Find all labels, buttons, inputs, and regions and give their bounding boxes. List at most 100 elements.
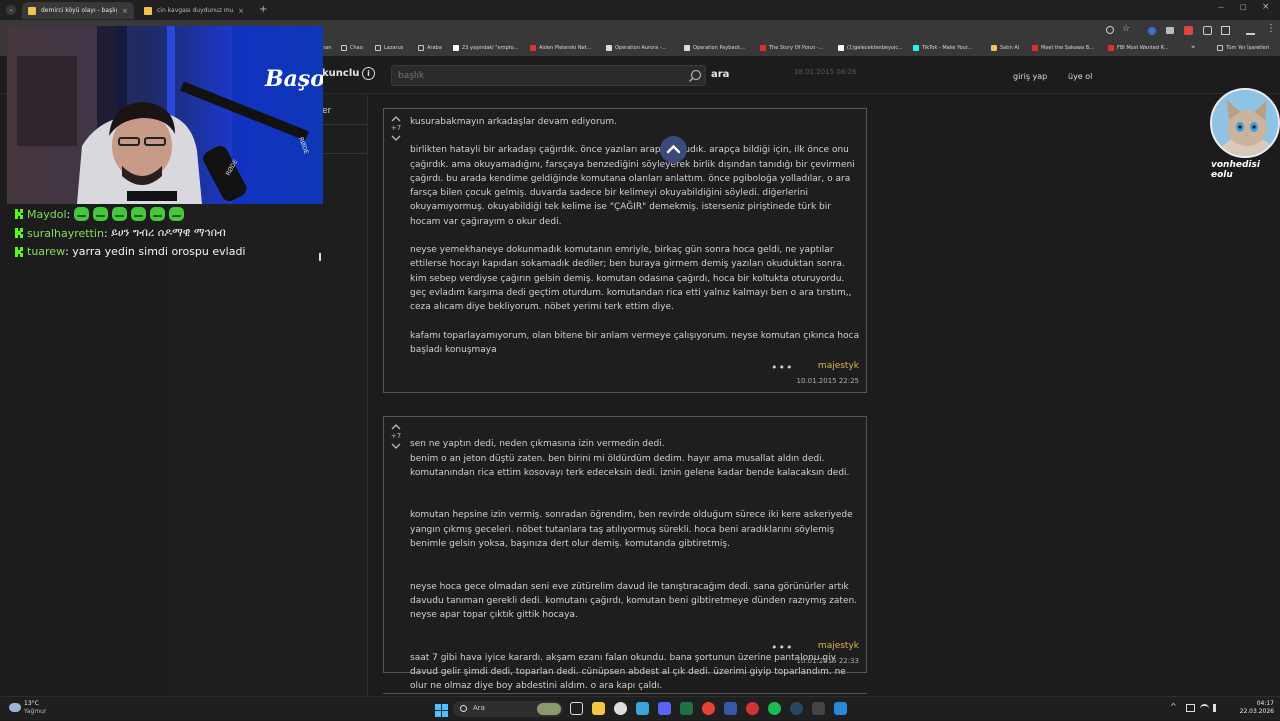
app-icon[interactable] <box>680 702 693 715</box>
weather-desc[interactable]: Yağmur <box>24 708 46 715</box>
bookmark-item[interactable]: 23 yaşındaki "empto... <box>453 45 518 51</box>
youtube-icon <box>1108 45 1114 51</box>
tab-favicon-icon <box>28 6 36 15</box>
entry-date[interactable]: 10.01.2015 22:33 <box>797 657 859 665</box>
app-icon[interactable] <box>834 702 847 715</box>
tray-chevron-icon[interactable]: ^ <box>1170 702 1177 711</box>
signup-link[interactable]: üye ol <box>1068 72 1092 81</box>
app-icon[interactable] <box>812 702 825 715</box>
clock-time[interactable]: 04:17 <box>1238 700 1274 707</box>
search-icon[interactable] <box>688 69 702 83</box>
bookmark-star-icon[interactable]: ☆ <box>1122 24 1130 34</box>
downloads-icon[interactable] <box>1246 26 1255 35</box>
volume-icon[interactable] <box>1213 704 1221 712</box>
app-icon[interactable] <box>614 702 627 715</box>
entry-date[interactable]: 10.01.2015 22:25 <box>797 377 859 385</box>
entry-paragraph: kafamı toparlayamıyorum, olan bitene bir… <box>410 330 860 355</box>
tab-close-icon[interactable]: × <box>238 7 244 15</box>
search-highlight-icon[interactable] <box>537 703 561 715</box>
extension-icon[interactable] <box>1203 26 1212 35</box>
vote-score: +7 <box>390 124 402 132</box>
bookmark-item[interactable]: FBI Most Wanted R... <box>1108 45 1169 51</box>
entry-paragraph: neyse hoca gece olmadan seni eve zütürel… <box>410 581 858 621</box>
spotify-icon[interactable] <box>768 702 781 715</box>
faded-date: 18.01.2015 08:26 <box>794 68 857 76</box>
downvote-icon[interactable] <box>390 133 402 143</box>
chat-text: ይሀን ግብረ ሰዶማዊ ማኅበብ <box>111 226 226 239</box>
tab-active[interactable]: demirci köyü olayı - başlığı açan × <box>22 2 134 19</box>
bookmarks-overflow-button[interactable]: » <box>1191 43 1195 51</box>
bookmark-item[interactable]: Aiden Pleterski Net... <box>530 45 591 51</box>
upvote-icon[interactable] <box>390 114 402 124</box>
bookmark-item[interactable]: Operation Payback... <box>684 45 745 51</box>
close-window-button[interactable]: × <box>1262 2 1270 12</box>
tab-label: demirci köyü olayı - başlığı açan <box>41 7 117 14</box>
entry-paragraph: sen ne yaptın dedi, neden çıkmasına izin… <box>410 439 850 478</box>
weather-temp[interactable]: 13°C <box>24 700 39 707</box>
clock-date[interactable]: 22.03.2026 <box>1228 708 1274 715</box>
neon-logo: Başo <box>264 66 323 92</box>
weather-icon[interactable] <box>9 703 21 712</box>
bookmark-item[interactable]: Operation Aurora -... <box>606 45 666 51</box>
search-button[interactable]: ara <box>711 69 729 80</box>
wifi-icon[interactable] <box>1200 704 1209 712</box>
kick-badge-icon <box>15 228 23 238</box>
more-options-icon[interactable]: ••• <box>771 641 793 654</box>
bookmark-item[interactable]: Meet the Sakawa B... <box>1032 45 1094 51</box>
extension-icon[interactable] <box>1184 26 1193 35</box>
divider <box>367 94 368 696</box>
webcam-scene: RØDE RØDE Başo <box>7 26 323 204</box>
site-logo[interactable]: kunclu <box>322 68 359 79</box>
zoom-icon[interactable] <box>1106 26 1114 34</box>
entry-author[interactable]: majestyk <box>818 361 859 371</box>
tray-icon[interactable] <box>1186 704 1195 712</box>
entry-paragraph: neyse yemekhaneye dokunmadık komutanın e… <box>410 245 852 313</box>
search-input[interactable] <box>391 65 706 86</box>
app-icon[interactable] <box>746 702 759 715</box>
extension-icon[interactable] <box>1166 27 1174 34</box>
youtube-icon <box>760 45 766 51</box>
info-icon[interactable]: i <box>362 67 375 80</box>
bookmark-folder-chao[interactable]: Chao <box>341 45 363 51</box>
maximize-button[interactable]: □ <box>1240 3 1247 11</box>
tab-list-button[interactable]: ⌄ <box>6 5 16 15</box>
entry-paragraph: komutan hepsine izin vermiş. sonradan öğ… <box>410 510 853 550</box>
bookmark-folder-lazarus[interactable]: Lazarus <box>375 45 403 51</box>
bookmark-item[interactable]: The Story Of Ponzi -... <box>760 45 823 51</box>
file-explorer-icon[interactable] <box>592 702 605 715</box>
search-icon <box>460 705 467 712</box>
tab-inactive[interactable]: cin kavgası duydunuz mu hiç - × <box>138 2 250 19</box>
discord-icon[interactable] <box>658 702 671 715</box>
sidebar-fragment[interactable]: er <box>322 106 331 116</box>
tab-close-icon[interactable]: × <box>122 7 128 15</box>
entry-author[interactable]: majestyk <box>818 641 859 651</box>
chat-overlay: Maydol: suralhayrettin: ይሀን ግብረ ሰዶማዊ ማኅበ… <box>7 204 323 266</box>
extension-icon[interactable] <box>1148 27 1156 35</box>
chat-message: tuarew: yarra yedin simdi orospu evladi <box>15 245 245 258</box>
bookmark-item[interactable]: nan <box>322 45 331 51</box>
chat-message: Maydol: <box>15 207 185 221</box>
app-icon[interactable] <box>724 702 737 715</box>
chat-message: suralhayrettin: ይሀን ግብረ ሰዶማዊ ማኅበብ <box>15 226 226 240</box>
new-tab-button[interactable]: + <box>259 4 267 15</box>
downvote-icon[interactable] <box>390 441 402 451</box>
all-bookmarks[interactable]: Tüm Yer İşaretleri <box>1217 45 1269 51</box>
chat-username: tuarew <box>27 245 66 258</box>
upvote-icon[interactable] <box>390 422 402 432</box>
bookmark-item[interactable]: Satın Al <box>991 45 1019 51</box>
task-view-icon[interactable] <box>570 702 583 715</box>
bookmark-item[interactable]: (1)gelecektenbeyoic... <box>838 45 903 51</box>
steam-icon[interactable] <box>790 702 803 715</box>
bookmark-item[interactable]: TikTok - Make Your... <box>913 45 972 51</box>
extensions-puzzle-icon[interactable] <box>1221 26 1230 35</box>
menu-icon[interactable]: ⋮ <box>1266 23 1276 34</box>
bookmark-favicon-icon <box>530 45 536 51</box>
minimize-button[interactable]: — <box>1218 4 1224 11</box>
scroll-to-top-button[interactable] <box>660 136 687 163</box>
chrome-icon[interactable] <box>702 702 715 715</box>
app-icon[interactable] <box>636 702 649 715</box>
start-icon[interactable] <box>435 702 448 717</box>
login-link[interactable]: giriş yap <box>1013 72 1047 81</box>
bookmark-folder-araba[interactable]: Araba <box>418 45 442 51</box>
more-options-icon[interactable]: ••• <box>771 361 793 374</box>
